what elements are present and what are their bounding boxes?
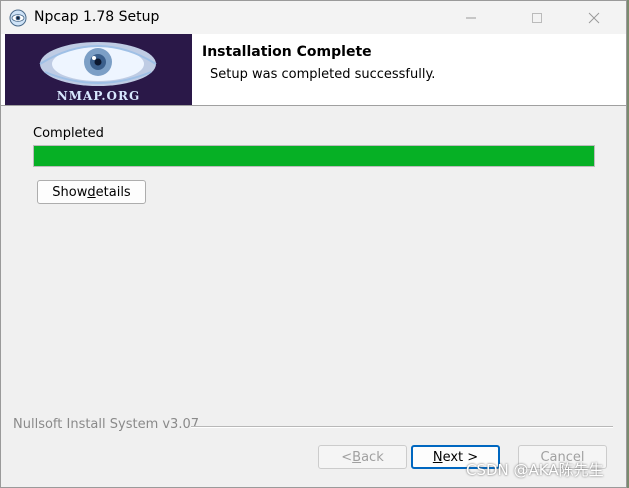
- page-title: Installation Complete: [202, 44, 372, 60]
- minimize-button[interactable]: [448, 1, 494, 34]
- installer-window: Npcap 1.78 Setup NMAP.ORG Installation C…: [0, 0, 627, 488]
- next-access-key: N: [432, 449, 443, 465]
- back-button[interactable]: < Back: [318, 445, 407, 469]
- close-icon: [588, 12, 600, 23]
- back-label-start: <: [341, 449, 353, 465]
- progress-bar: [33, 145, 595, 167]
- minimize-icon: [466, 17, 476, 18]
- npcap-app-icon: [9, 9, 27, 27]
- progress-fill: [34, 146, 594, 166]
- title-bar[interactable]: Npcap 1.78 Setup: [1, 1, 626, 34]
- show-details-label-start: Show: [52, 184, 88, 200]
- installer-brand: Nullsoft Install System v3.07: [13, 417, 200, 432]
- wizard-header: NMAP.ORG Installation Complete Setup was…: [1, 34, 626, 106]
- window-title: Npcap 1.78 Setup: [34, 9, 160, 25]
- show-details-button[interactable]: Show d etails: [37, 180, 146, 204]
- status-label: Completed: [33, 126, 104, 141]
- show-details-label-end: etails: [95, 184, 131, 200]
- page-subtitle: Setup was completed successfully.: [210, 67, 436, 82]
- back-access-key: B: [352, 449, 362, 465]
- close-button[interactable]: [571, 1, 617, 34]
- show-details-access-key: d: [87, 184, 96, 200]
- nmap-logo: NMAP.ORG: [5, 34, 192, 105]
- footer-divider: [191, 426, 613, 428]
- watermark-text: CSDN @AKA陈先生: [466, 461, 604, 479]
- maximize-button[interactable]: [514, 1, 560, 34]
- back-label-end: ack: [361, 449, 384, 465]
- logo-text: NMAP.ORG: [56, 89, 141, 103]
- maximize-icon: [532, 12, 542, 23]
- eye-icon: [39, 42, 157, 86]
